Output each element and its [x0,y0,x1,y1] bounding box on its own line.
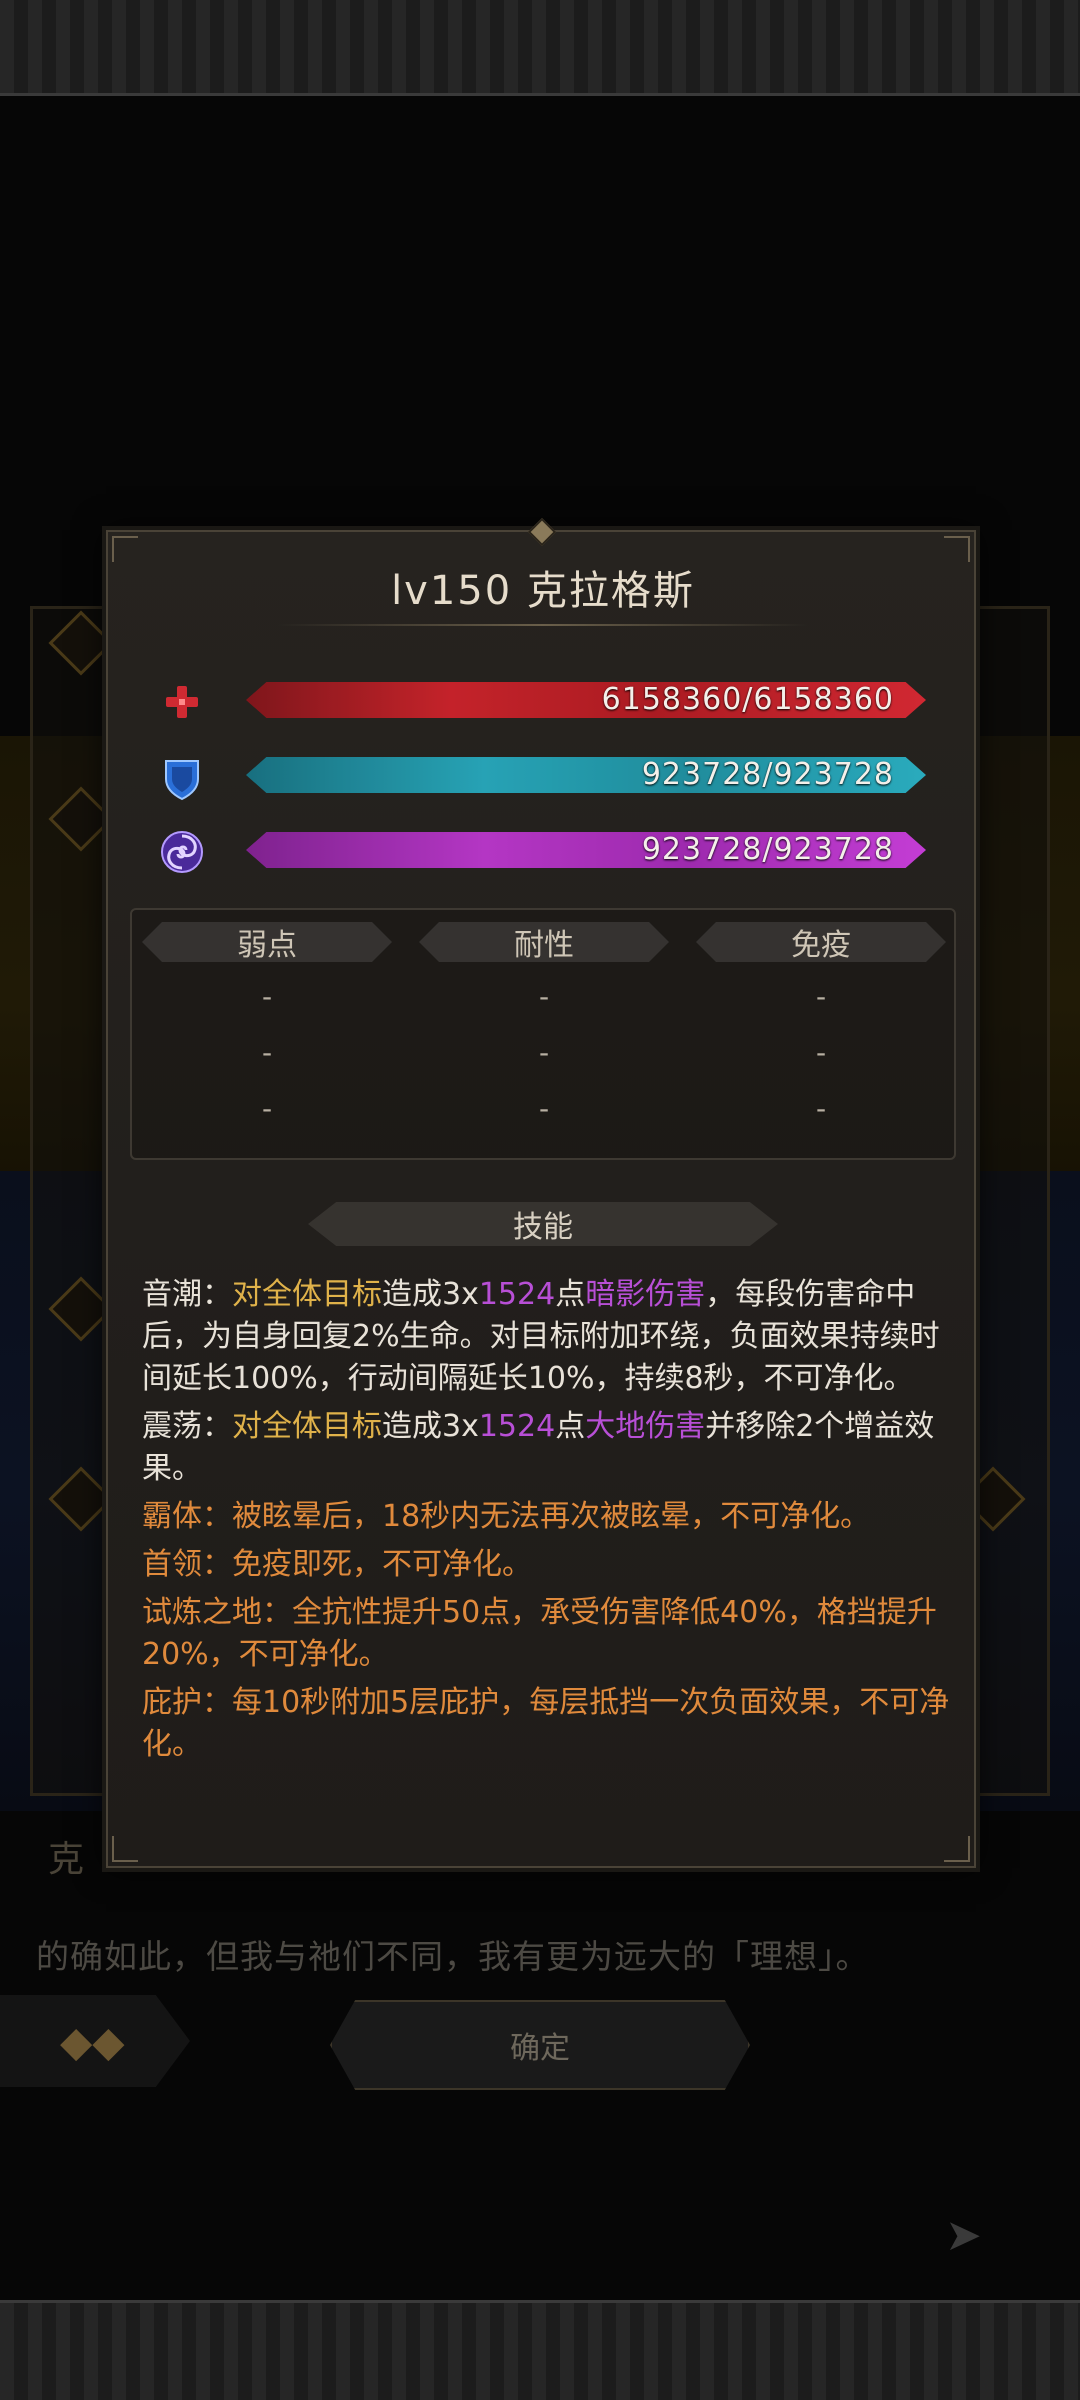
shield-row: 923728/923728 [158,757,938,801]
skill-target: 对全体目标 [232,1409,382,1444]
energy-bar: 923728/923728 [246,832,926,868]
energy-row: 923728/923728 [158,831,938,873]
skill-text: 造成3x [382,1409,479,1444]
swirl-energy-icon [161,831,203,873]
dialog-text: 的确如此，但我与祂们不同，我有更为远大的「理想」。 [36,1937,870,1976]
skill-text: 点 [555,1409,586,1444]
confirm-button[interactable]: 确定 [330,2000,750,2090]
skill-text: 点 [555,1277,586,1312]
shield-icon [165,760,199,801]
skill-text: 造成3x [382,1277,479,1312]
boss-info-modal: lv150 克拉格斯 6158360/6158360 923728/923728 [106,517,976,1868]
skill-target: 对全体目标 [232,1277,382,1312]
health-cross-icon [166,686,198,718]
resistance-table: 弱点 耐性 免疫 - - - - - - - - - [130,908,956,1160]
skill-damage-number: 1524 [478,1409,556,1444]
table-cell: - [261,980,273,1013]
skill-damage-number: 1524 [478,1277,556,1312]
skills-header: 技能 [308,1202,778,1246]
skill-name: 音潮： [142,1277,232,1312]
speaker-name: 克 [48,1839,85,1880]
skill-damage-type: 暗影伤害 [585,1277,706,1312]
skill-entry: 震荡：对全体目标造成3x1524点大地伤害并移除2个增益效果。 [142,1406,962,1490]
passive-skill-entry: 霸体：被眩晕后，18秒内无法再次被眩晕，不可净化。 [142,1499,871,1534]
skills-list: 音潮：对全体目标造成3x1524点暗影伤害，每段伤害命中后，为自身回复2%生命。… [142,1274,962,1772]
next-arrow-icon[interactable]: ➤ [945,2210,982,2261]
corner-ornament [112,1836,138,1862]
table-cell: - [815,1036,827,1069]
table-cell: - [261,1092,273,1125]
top-frame-bar [0,0,1080,96]
boss-title: lv150 克拉格斯 [391,568,695,614]
hp-value: 6158360/6158360 [601,682,894,717]
immunity-header: 免疫 [696,922,946,962]
passive-skill-entry: 庇护：每10秒附加5层庇护，每层抵挡一次负面效果，不可净化。 [142,1685,950,1762]
table-cell: - [815,1092,827,1125]
skill-entry: 音潮：对全体目标造成3x1524点暗影伤害，每段伤害命中后，为自身回复2%生命。… [142,1274,962,1400]
passive-skill-entry: 首领：免疫即死，不可净化。 [142,1547,532,1582]
skill-name: 震荡： [142,1409,232,1444]
table-cell: - [261,1036,273,1069]
table-cell: - [538,980,550,1013]
energy-value: 923728/923728 [641,832,894,867]
table-cell: - [538,1036,550,1069]
title-divider [278,624,808,626]
table-cell: - [815,980,827,1013]
passive-skill-entry: 试炼之地：全抗性提升50点，承受伤害降低40%，格挡提升20%，不可净化。 [142,1595,937,1672]
table-cell: - [538,1092,550,1125]
weakness-header: 弱点 [142,922,392,962]
shield-value: 923728/923728 [641,757,894,792]
corner-ornament [944,1836,970,1862]
arrow-left-icon: ◆◆ [60,2017,125,2066]
skill-damage-type: 大地伤害 [585,1409,706,1444]
shield-bar: 923728/923728 [246,757,926,793]
hp-row: 6158360/6158360 [158,682,938,722]
hp-bar: 6158360/6158360 [246,682,926,718]
resistance-header: 耐性 [419,922,669,962]
back-arrow-button[interactable]: ◆◆ [0,1995,190,2087]
bottom-frame-bar [0,2300,1080,2400]
